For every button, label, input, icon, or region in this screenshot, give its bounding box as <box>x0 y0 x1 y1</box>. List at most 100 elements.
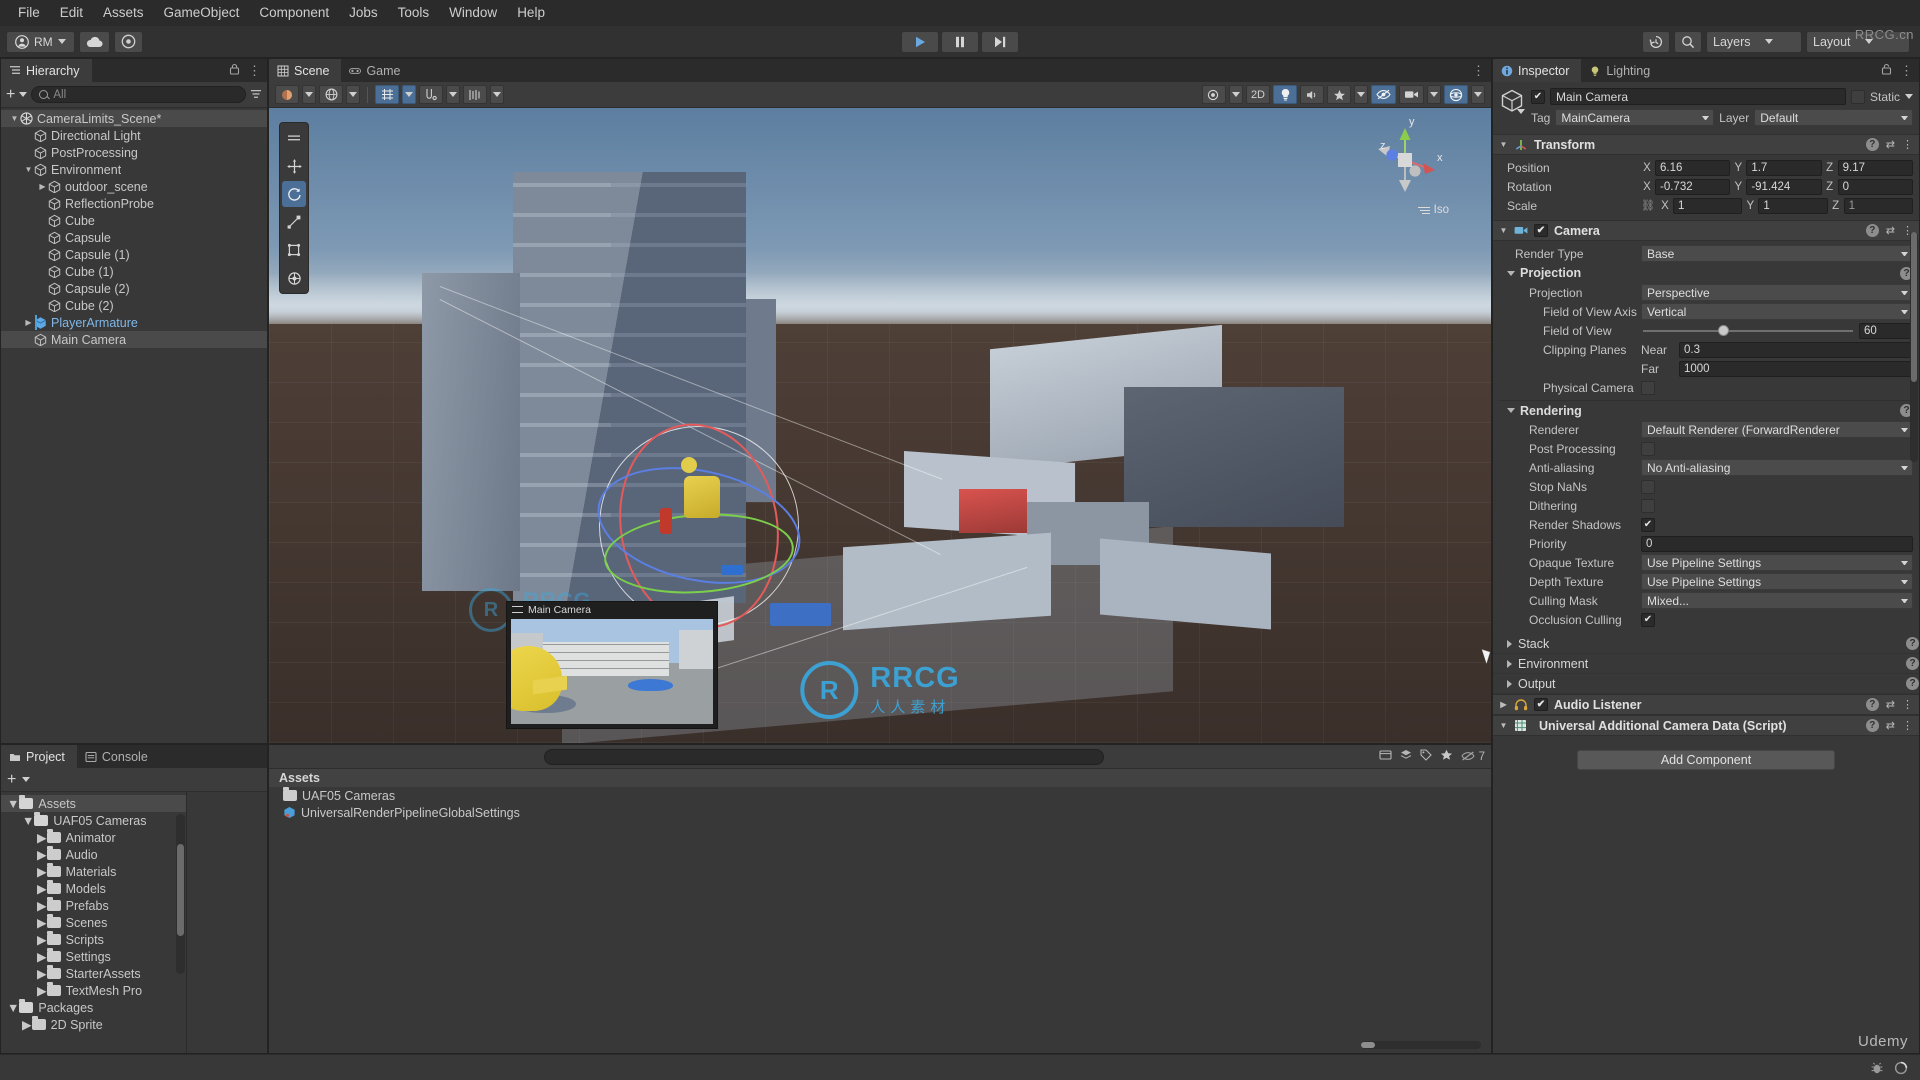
project-tree-item[interactable]: ▶ StarterAssets <box>1 965 186 982</box>
scene-audio-toggle[interactable] <box>1300 85 1324 104</box>
tab-lighting[interactable]: Lighting <box>1581 59 1663 82</box>
fov-slider[interactable] <box>1641 323 1855 339</box>
rendering-section-header[interactable]: Rendering ? <box>1499 400 1913 420</box>
transform-y-input[interactable]: -91.424 <box>1746 178 1822 195</box>
hierarchy-item[interactable]: ▶ PlayerArmature <box>1 314 267 331</box>
hierarchy-item[interactable]: ▼ Environment <box>1 161 267 178</box>
favorites-icon[interactable] <box>1440 749 1453 764</box>
script-component-header[interactable]: ▼ Universal Additional Camera Data (Scri… <box>1493 715 1919 736</box>
scene-projection-mode[interactable]: Iso <box>1417 204 1449 216</box>
expand-arrow-icon[interactable] <box>1507 639 1512 648</box>
shading-mode-button[interactable] <box>319 85 343 104</box>
tab-console[interactable]: Console <box>76 745 160 768</box>
hierarchy-item[interactable]: ▶PostProcessing <box>1 144 267 161</box>
preset-icon[interactable]: ⇄ <box>1886 138 1895 151</box>
gameobject-icon[interactable] <box>1499 88 1525 114</box>
menu-item-file[interactable]: File <box>8 0 50 26</box>
search-filter-label-icon[interactable] <box>1420 749 1433 764</box>
project-tree-item[interactable]: ▼ Packages <box>1 999 186 1016</box>
transform-z-input[interactable]: 1 <box>1843 197 1913 214</box>
rendering-checkbox[interactable]: ✔ <box>1641 517 1655 532</box>
script-foldout-icon[interactable]: ▼ <box>1499 721 1508 730</box>
rendering-dropdown[interactable]: Use Pipeline Settings <box>1641 573 1913 590</box>
drag-handle-icon[interactable] <box>512 606 523 613</box>
rendering-checkbox[interactable]: ✔ <box>1641 479 1655 494</box>
transform-x-input[interactable]: 6.16 <box>1655 159 1731 176</box>
scene-visibility-toggle[interactable] <box>1371 85 1396 104</box>
project-content-area[interactable]: Assets UAF05 Cameras UniversalRenderPipel… <box>269 769 1491 1053</box>
preset-icon[interactable]: ⇄ <box>1886 698 1895 711</box>
global-search-button[interactable] <box>1674 30 1702 53</box>
gameobject-name-input[interactable]: Main Camera <box>1550 88 1846 105</box>
camera-component-header[interactable]: ▼ ✔ Camera ? ⇄ ⋮ <box>1493 220 1919 241</box>
scene-shading-toggle[interactable] <box>1201 85 1226 104</box>
step-button[interactable] <box>981 30 1019 53</box>
strip-handle-icon[interactable] <box>282 125 306 151</box>
kebab-icon[interactable]: ⋮ <box>1902 138 1913 151</box>
project-tree-item[interactable]: ▶ Materials <box>1 863 186 880</box>
grid-snap-dropdown[interactable] <box>402 85 416 104</box>
rendering-checkbox[interactable]: ✔ <box>1641 612 1655 627</box>
preset-icon[interactable]: ⇄ <box>1886 719 1895 732</box>
scene-viewport[interactable]: y x z Iso R RRCG Main Camera R RRCG 人人素材 <box>269 108 1491 743</box>
project-tree-item[interactable]: ▶ Audio <box>1 846 186 863</box>
tab-scene[interactable]: Scene <box>269 59 342 82</box>
hierarchy-item[interactable]: ▶Capsule <box>1 229 267 246</box>
project-search-input[interactable] <box>544 748 1105 765</box>
project-content-list[interactable]: UAF05 Cameras UniversalRenderPipelineGlob… <box>269 787 1491 821</box>
tab-game[interactable]: Game <box>341 59 413 82</box>
layer-dropdown[interactable]: Default <box>1754 109 1914 126</box>
expand-arrow-icon[interactable]: ▶ <box>23 318 34 327</box>
link-broken-icon[interactable]: ⛓ <box>1641 199 1655 212</box>
rendering-foldout-icon[interactable] <box>1507 408 1515 413</box>
collapsed-section-row[interactable]: Environment? <box>1493 654 1919 674</box>
project-tree-item[interactable]: ▼ UAF05 Cameras <box>1 812 186 829</box>
collapsed-section-row[interactable]: Stack? <box>1493 634 1919 654</box>
menu-item-component[interactable]: Component <box>249 0 339 26</box>
project-tree-item[interactable]: ▶ Animator <box>1 829 186 846</box>
project-tree-item[interactable]: ▼ Assets <box>1 795 186 812</box>
hierarchy-item[interactable]: ▶ outdoor_scene <box>1 178 267 195</box>
transform-z-input[interactable]: 0 <box>1837 178 1913 195</box>
chevron-down-icon[interactable] <box>1517 109 1525 114</box>
hierarchy-add-button[interactable]: + <box>6 86 15 103</box>
project-content-item[interactable]: UniversalRenderPipelineGlobalSettings <box>269 804 1491 821</box>
hierarchy-item[interactable]: ▶Capsule (1) <box>1 246 267 263</box>
projection-dropdown[interactable]: Perspective <box>1641 284 1913 301</box>
collapse-arrow-icon[interactable]: ▼ <box>9 114 20 123</box>
hierarchy-lock-icon[interactable] <box>229 63 240 78</box>
transform-x-input[interactable]: 1 <box>1672 197 1743 214</box>
menu-item-assets[interactable]: Assets <box>93 0 154 26</box>
shading-mode-dropdown[interactable] <box>346 85 360 104</box>
inspector-menu-button[interactable]: ⋮ <box>1900 63 1913 79</box>
project-content-hscrollbar[interactable] <box>1361 1041 1481 1049</box>
pause-button[interactable] <box>941 30 979 53</box>
collapse-arrow-icon[interactable]: ▼ <box>7 1001 19 1015</box>
menu-item-gameobject[interactable]: GameObject <box>154 0 250 26</box>
project-tree-item[interactable]: ▶ Scenes <box>1 914 186 931</box>
transform-tool-button[interactable] <box>282 265 306 291</box>
scene-orientation-gizmo[interactable]: y x z <box>1363 116 1447 202</box>
hierarchy-search-input[interactable]: All <box>31 86 246 103</box>
add-component-button[interactable]: Add Component <box>1577 750 1835 770</box>
tab-project[interactable]: Project <box>1 745 77 768</box>
expand-arrow-icon[interactable]: ▶ <box>37 983 47 998</box>
scene-lighting-toggle[interactable] <box>1273 85 1297 104</box>
project-tree-item[interactable]: ▶ Models <box>1 880 186 897</box>
services-button[interactable] <box>113 30 143 53</box>
hierarchy-item[interactable]: ▶ReflectionProbe <box>1 195 267 212</box>
draw-mode-button[interactable] <box>275 85 299 104</box>
transform-z-input[interactable]: 9.17 <box>1837 159 1913 176</box>
scene-shading-dropdown[interactable] <box>1228 85 1243 104</box>
rendering-dropdown[interactable]: No Anti-aliasing <box>1641 459 1913 476</box>
expand-arrow-icon[interactable]: ▶ <box>22 1017 32 1032</box>
help-icon[interactable]: ? <box>1865 719 1879 732</box>
chevron-down-icon[interactable] <box>19 92 28 97</box>
menu-item-window[interactable]: Window <box>439 0 507 26</box>
transform-x-input[interactable]: -0.732 <box>1655 178 1731 195</box>
help-icon[interactable]: ? <box>1865 224 1879 237</box>
hierarchy-item[interactable]: ▶Cube <box>1 212 267 229</box>
far-input[interactable]: 1000 <box>1679 360 1913 377</box>
hierarchy-item[interactable]: ▶Directional Light <box>1 127 267 144</box>
hierarchy-list[interactable]: ▼CameraLimits_Scene*▶Directional Light▶P… <box>1 108 267 743</box>
